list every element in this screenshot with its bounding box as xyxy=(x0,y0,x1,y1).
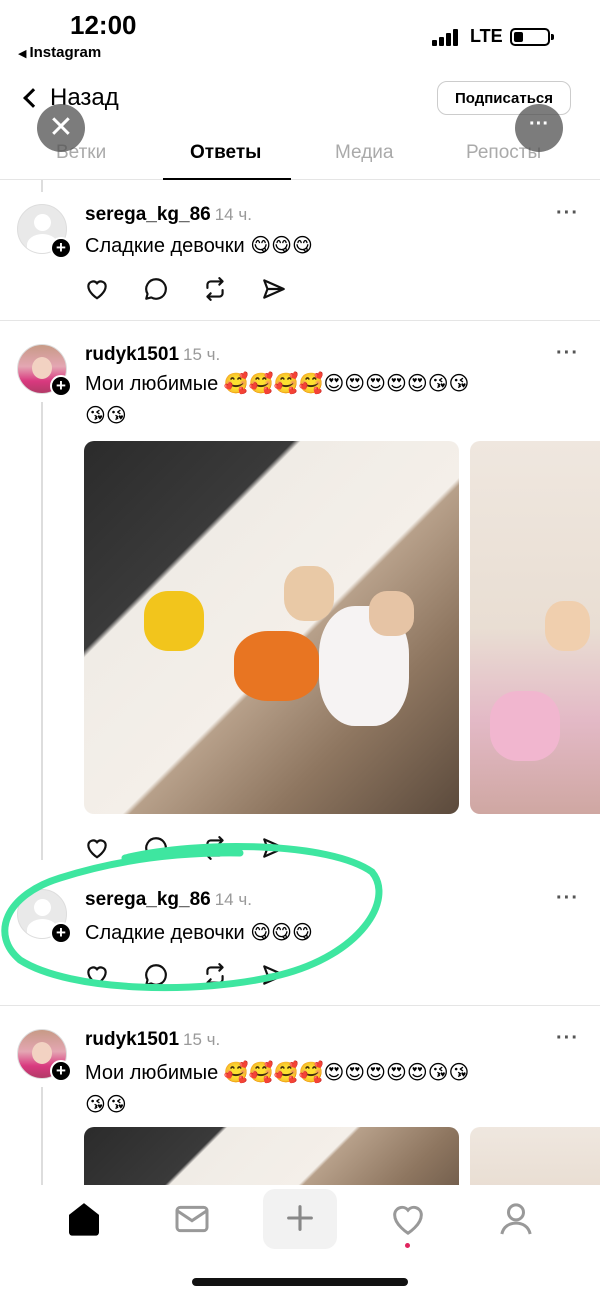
post-emoji-line2: 😘😘 xyxy=(85,405,127,427)
reply-post: + serega_kg_86 14 ч. ··· Сладкие девочки … xyxy=(0,180,600,320)
post-time: 15 ч. xyxy=(183,1030,221,1049)
post-time: 14 ч. xyxy=(214,205,252,224)
back-to-app[interactable]: ◀ Instagram xyxy=(18,44,101,61)
profile-header: Назад Подписаться Ветки Ответы Медиа Реп… xyxy=(0,72,600,180)
send-icon[interactable] xyxy=(261,835,287,861)
tab-replies[interactable]: Ответы xyxy=(190,142,261,164)
photo-figure xyxy=(369,591,414,636)
photo-figure xyxy=(234,631,319,701)
create-button[interactable] xyxy=(263,1189,337,1249)
post-photo[interactable] xyxy=(84,441,459,814)
network-label: LTE xyxy=(470,26,503,46)
more-dots-icon[interactable]: ··· xyxy=(556,887,579,910)
more-icon[interactable]: ··· xyxy=(515,104,563,152)
repost-icon[interactable] xyxy=(202,835,228,861)
heart-icon[interactable] xyxy=(84,962,110,988)
post-text: Сладкие девочки 😋😋😋 xyxy=(85,922,313,944)
post-emoji: 🥰🥰🥰🥰😍😍😍😍😍😘😘 xyxy=(223,373,470,395)
more-dots-icon[interactable]: ··· xyxy=(556,342,579,365)
close-icon[interactable]: ✕ xyxy=(37,104,85,152)
chevron-left-icon xyxy=(23,88,43,108)
plus-icon xyxy=(287,1205,313,1231)
username[interactable]: serega_kg_86 14 ч. xyxy=(85,889,252,911)
username[interactable]: rudyk1501 15 ч. xyxy=(85,344,220,366)
heart-icon[interactable] xyxy=(84,276,110,302)
activity-icon[interactable] xyxy=(388,1199,428,1239)
repost-icon[interactable] xyxy=(202,962,228,988)
post-text: Мои любимые 🥰🥰🥰🥰😍😍😍😍😍😘😘 😘😘 xyxy=(85,373,470,427)
comment-icon[interactable] xyxy=(143,962,169,988)
username[interactable]: rudyk1501 15 ч. xyxy=(85,1029,220,1051)
post-emoji-line2: 😘😘 xyxy=(85,1094,127,1116)
post-photo-2[interactable] xyxy=(470,1127,600,1185)
repost-icon[interactable] xyxy=(202,276,228,302)
home-indicator xyxy=(192,1278,408,1286)
thread-line xyxy=(41,402,43,860)
post-emoji: 😋😋😋 xyxy=(250,922,313,944)
photo-figure xyxy=(144,591,204,651)
post-emoji: 😋😋😋 xyxy=(250,235,313,257)
home-icon[interactable] xyxy=(64,1199,104,1239)
heart-icon[interactable] xyxy=(84,835,110,861)
bottom-tab-bar xyxy=(0,1185,600,1265)
reply-post: + serega_kg_86 14 ч. ··· Сладкие девочки … xyxy=(0,865,600,1005)
thread-post: + rudyk1501 15 ч. ··· Мои любимые 🥰🥰🥰🥰😍😍😍… xyxy=(0,1005,600,1185)
post-photo[interactable] xyxy=(84,1127,459,1185)
follow-plus-icon[interactable]: + xyxy=(50,375,72,397)
thread-line xyxy=(41,1087,43,1185)
follow-plus-icon[interactable]: + xyxy=(50,922,72,944)
profile-tabs: Ветки Ответы Медиа Репосты xyxy=(0,136,600,180)
back-triangle-icon: ◀ xyxy=(18,48,27,60)
post-text: Сладкие девочки 😋😋😋 xyxy=(85,235,313,257)
comment-icon[interactable] xyxy=(143,276,169,302)
post-actions xyxy=(84,835,294,861)
post-text: Мои любимые 🥰🥰🥰🥰😍😍😍😍😍😘😘 😘😘 xyxy=(85,1062,470,1116)
send-icon[interactable] xyxy=(261,962,287,988)
post-photo-2[interactable] xyxy=(470,441,600,814)
back-app-label: Instagram xyxy=(29,44,102,61)
status-time: 12:00 xyxy=(70,10,137,40)
profile-icon[interactable] xyxy=(496,1199,536,1239)
battery-icon xyxy=(510,28,554,46)
follow-plus-icon[interactable]: + xyxy=(50,1060,72,1082)
post-actions xyxy=(84,276,294,302)
thread-post: + rudyk1501 15 ч. ··· Мои любимые 🥰🥰🥰🥰😍😍😍… xyxy=(0,320,600,865)
photo-figure xyxy=(545,601,590,651)
tab-media[interactable]: Медиа xyxy=(335,142,393,164)
comment-icon[interactable] xyxy=(143,835,169,861)
notification-dot xyxy=(405,1243,410,1248)
status-bar: 12:00 ◀ Instagram LTE xyxy=(0,0,600,70)
follow-plus-icon[interactable]: + xyxy=(50,237,72,259)
send-icon[interactable] xyxy=(261,276,287,302)
signal-icon xyxy=(432,28,464,46)
more-dots-icon[interactable]: ··· xyxy=(556,1027,579,1050)
username[interactable]: serega_kg_86 14 ч. xyxy=(85,204,252,226)
post-time: 14 ч. xyxy=(214,890,252,909)
post-emoji: 🥰🥰🥰🥰😍😍😍😍😍😘😘 xyxy=(223,1062,470,1084)
photo-figure xyxy=(284,566,334,621)
post-actions xyxy=(84,962,294,988)
inbox-icon[interactable] xyxy=(172,1199,212,1239)
photo-figure xyxy=(490,691,560,761)
post-time: 15 ч. xyxy=(183,345,221,364)
more-dots-icon[interactable]: ··· xyxy=(556,202,579,225)
